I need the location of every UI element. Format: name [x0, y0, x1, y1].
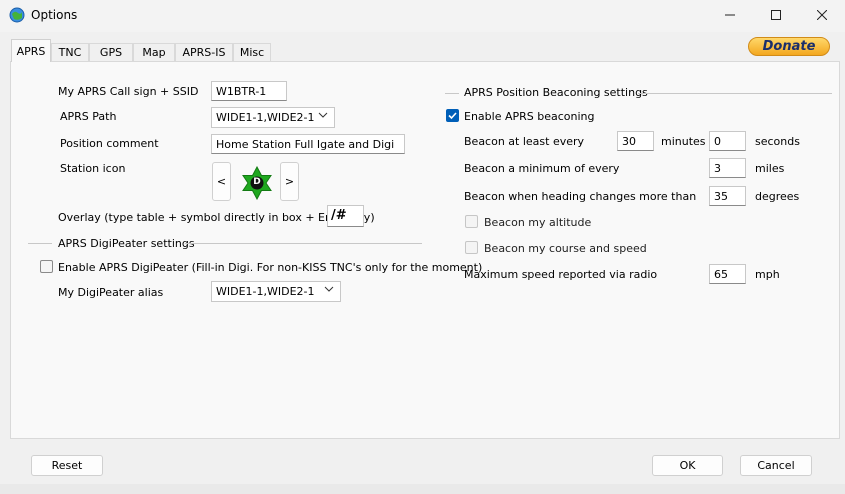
aprs-path-value: WIDE1-1,WIDE2-1 [216, 111, 315, 124]
checkmark-icon [447, 112, 458, 124]
callsign-label: My APRS Call sign + SSID [58, 85, 199, 98]
chevron-down-icon [324, 284, 334, 297]
tab-aprs[interactable]: APRS [11, 39, 51, 62]
beacon-course-speed-checkbox[interactable] [465, 241, 478, 254]
digi-alias-select[interactable]: WIDE1-1,WIDE2-1 [211, 281, 341, 302]
callsign-input[interactable]: W1BTR-1 [211, 81, 287, 101]
minimize-button[interactable] [707, 0, 753, 32]
station-icon-overlay-letter: D [253, 177, 261, 187]
beacon-atleast-label: Beacon at least every [464, 135, 585, 148]
chevron-right-icon: > [284, 175, 295, 188]
minutes-unit-label: minutes [661, 135, 706, 148]
close-icon [816, 9, 828, 23]
digi-section-rule-right [185, 243, 422, 244]
chevron-down-icon [318, 110, 328, 123]
cancel-button[interactable]: Cancel [740, 455, 812, 476]
enable-digipeater-checkbox[interactable] [40, 260, 53, 273]
digi-alias-label: My DigiPeater alias [58, 286, 164, 299]
chevron-left-icon: < [216, 175, 227, 188]
beacon-minimum-label: Beacon a minimum of every [464, 162, 620, 175]
tab-aprs-is[interactable]: APRS-IS [175, 43, 233, 61]
tab-panel-aprs [10, 61, 840, 439]
beacon-heading-input[interactable]: 35 [709, 186, 746, 206]
beacon-section-rule-left [445, 93, 459, 94]
aprs-path-label: APRS Path [60, 110, 117, 123]
digi-section-title: APRS DigiPeater settings [58, 237, 195, 250]
station-icon-label: Station icon [60, 162, 126, 175]
tab-map[interactable]: Map [133, 43, 175, 61]
tab-gps[interactable]: GPS [89, 43, 133, 61]
seconds-unit-label: seconds [755, 135, 800, 148]
aprs-path-select[interactable]: WIDE1-1,WIDE2-1 [211, 107, 335, 128]
maximize-icon [771, 9, 781, 23]
enable-digipeater-label: Enable APRS DigiPeater (Fill-in Digi. Fo… [58, 261, 483, 274]
max-speed-label: Maximum speed reported via radio [464, 268, 658, 281]
station-star-icon: D [240, 165, 274, 201]
max-speed-input[interactable]: 65 [709, 264, 746, 284]
icon-prev-button[interactable]: < [212, 162, 231, 201]
enable-beaconing-label: Enable APRS beaconing [464, 110, 595, 123]
position-comment-input[interactable]: Home Station Full Igate and Digi [211, 134, 405, 154]
digi-section-rule-left [28, 243, 52, 244]
status-bar-strip [0, 484, 845, 494]
donate-button[interactable]: Donate [748, 37, 830, 56]
beacon-section-title: APRS Position Beaconing settings [464, 86, 648, 99]
ok-button[interactable]: OK [652, 455, 723, 476]
overlay-input[interactable]: /# [327, 205, 364, 227]
miles-unit-label: miles [755, 162, 785, 175]
beacon-section-rule-right [638, 93, 832, 94]
tab-tnc[interactable]: TNC [51, 43, 89, 61]
close-button[interactable] [799, 0, 845, 32]
position-comment-label: Position comment [60, 137, 159, 150]
beacon-altitude-checkbox[interactable] [465, 215, 478, 228]
beacon-seconds-input[interactable]: 0 [709, 131, 746, 151]
icon-next-button[interactable]: > [280, 162, 299, 201]
mph-unit-label: mph [755, 268, 780, 281]
beacon-heading-label: Beacon when heading changes more than [464, 190, 697, 203]
beacon-course-speed-label: Beacon my course and speed [484, 242, 647, 255]
beacon-miles-input[interactable]: 3 [709, 158, 746, 178]
reset-button[interactable]: Reset [31, 455, 103, 476]
digi-alias-value: WIDE1-1,WIDE2-1 [216, 285, 315, 298]
beacon-altitude-label: Beacon my altitude [484, 216, 592, 229]
minimize-icon [725, 10, 735, 23]
tab-misc[interactable]: Misc [233, 43, 271, 61]
degrees-unit-label: degrees [755, 190, 800, 203]
maximize-button[interactable] [753, 0, 799, 32]
beacon-minutes-input[interactable]: 30 [617, 131, 654, 151]
app-icon [9, 7, 25, 23]
enable-beaconing-checkbox[interactable] [446, 109, 459, 122]
window-title: Options [31, 8, 78, 22]
